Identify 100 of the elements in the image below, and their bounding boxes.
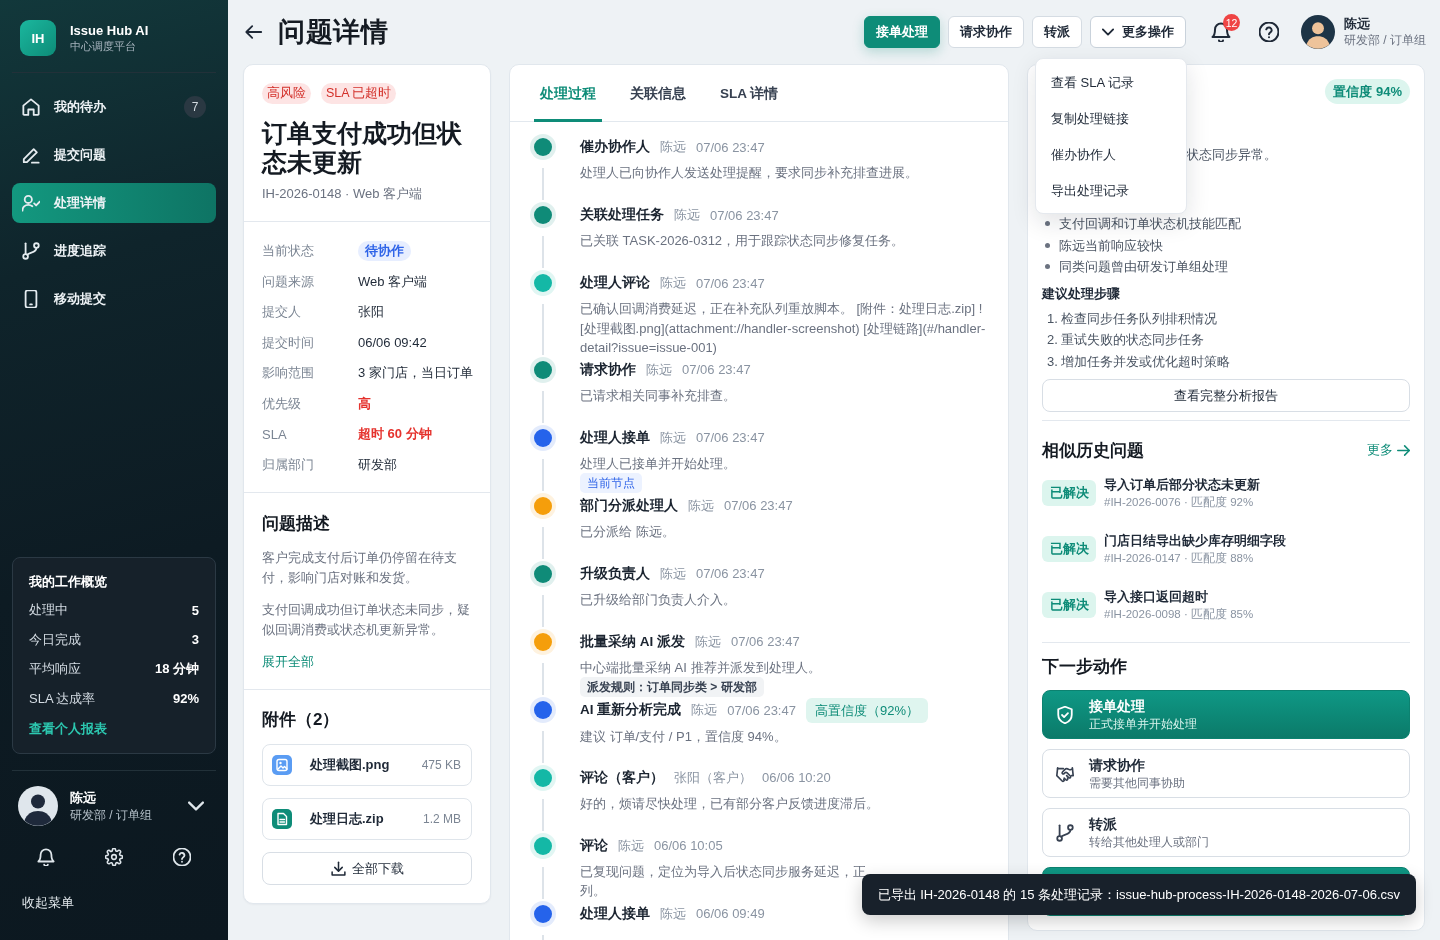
event-actor: 陈远 [660,274,686,292]
nav-item[interactable]: 进度追踪 [12,231,216,271]
logo-mark: IH [20,20,56,56]
next-action-button[interactable]: 请求协作 需要其他同事协助 [1042,749,1410,798]
report-button[interactable]: 查看完整分析报告 [1042,379,1410,412]
resolved-badge: 已解决 [1042,480,1096,506]
field-label: 归属部门 [262,455,315,474]
user-name: 陈远 [1344,16,1371,32]
similar-issue-meta: #IH-2026-0098 · 匹配度 85% [1104,607,1254,622]
stat-label: 平均响应 [29,660,81,679]
field-label: 提交时间 [262,333,315,352]
timeline-dot-icon [530,764,556,791]
image-file-icon [272,755,292,775]
step-text: 3. 增加任务并发或优化超时策略 [1046,352,1231,371]
field-label: SLA [262,426,288,442]
menu-item[interactable]: 查看 SLA 记录 [1036,65,1186,101]
avatar-icon [18,786,58,826]
event-title: 请求协作 [580,360,636,379]
pencil-icon [22,146,40,164]
event-actor: 陈远 [660,138,686,156]
next-action-button[interactable]: 接单处理 正式接单并开始处理 [1042,690,1410,739]
user-name: 陈远 [70,788,97,807]
attachment-item[interactable]: 处理截图.png 475 KB [262,744,472,786]
event-title: 部门分派处理人 [580,496,678,515]
next-action-button[interactable]: 转派 转给其他处理人或部门 [1042,808,1410,857]
report-link[interactable]: 查看个人报表 [29,713,107,743]
tab[interactable]: SLA 详情 [714,65,785,122]
nav-item[interactable]: 我的待办 7 [12,87,216,127]
timeline-dot-icon [530,202,556,228]
menu-item[interactable]: 催办协作人 [1036,137,1186,173]
event-time: 07/06 23:47 [696,275,765,291]
menu-item[interactable]: 复制处理链接 [1036,101,1186,137]
chevron-down-icon [1102,26,1114,38]
event-title: 催办协作人 [580,138,650,156]
more-actions-button[interactable]: 更多操作 [1090,16,1186,48]
timeline-dot-icon [530,356,556,383]
event-time: 07/06 23:47 [724,498,793,513]
event-title: 评论（客户） [580,768,664,787]
shield-check-icon [1056,705,1074,724]
current-step-tag: 当前节点 [580,473,642,493]
field-value: 06/06 09:42 [358,335,427,351]
event-title: AI 重新分析完成 [580,701,682,719]
action-button[interactable]: 请求协作 [948,16,1024,48]
event-description: 已升级给部门负责人介入。 [580,590,737,609]
download-all-button[interactable]: 全部下载 [262,852,472,885]
field-label: 提交人 [262,303,302,322]
action-button[interactable]: 接单处理 [864,16,940,48]
event-time: 07/06 23:47 [710,207,779,223]
event-actor: 陈远 [660,428,686,447]
timeline-dot-icon [530,492,556,519]
phone-icon [22,290,40,308]
avatar-icon[interactable] [1301,15,1335,49]
back-arrow-icon[interactable] [245,23,263,41]
file-name: 处理截图.png [310,756,390,774]
event-time: 07/06 23:47 [696,139,765,155]
more-link[interactable]: 更多 [1367,441,1410,459]
timeline-dot-icon [530,270,556,296]
nav-item[interactable]: 提交问题 [12,135,216,175]
event-description: 处理人已接单并开始处理。 [580,454,737,473]
bullet-text: 陈远当前响应较快 [1059,236,1163,255]
help-icon[interactable] [1259,22,1279,42]
attachment-item[interactable]: 处理日志.zip 1.2 MB [262,798,472,840]
page-title: 问题详情 [278,16,388,49]
description-text: 支付回调成功但订单状态未同步，疑似回调消费或状态机更新异常。 [262,601,471,639]
expand-link[interactable]: 展开全部 [262,652,314,672]
stat-value: 3 [191,632,199,648]
bell-icon[interactable] [37,848,55,866]
tab[interactable]: 处理过程 [534,65,602,122]
similar-issue-title[interactable]: 导入接口返回超时 [1104,588,1254,606]
section-title: 附件（2） [262,709,341,731]
field-label: 影响范围 [262,364,315,383]
bullet-icon [1045,221,1050,227]
menu-item[interactable]: 导出处理记录 [1036,173,1186,209]
branch-icon [22,242,40,260]
timeline-dot-icon [530,134,556,160]
event-description: 建议 订单/支付 / P1，置信度 94%。 [580,727,788,746]
similar-issue-title[interactable]: 导入订单后部分状态未更新 [1104,476,1260,494]
stat-value: 18 分钟 [154,660,199,679]
export-toast: 已导出 IH-2026-0148 的 15 条处理记录：issue-hub-process-IH-2026-0148-2026-07-06.csv [861,874,1416,915]
nav-item[interactable]: 移动提交 [12,279,216,319]
field-value: 研发部 [358,455,397,474]
event-description: 中心端批量采纳 AI 推荐并派发到处理人。 [580,658,822,677]
subsection-title: 建议处理步骤 [1042,284,1121,303]
field-value: 张阳 [358,303,384,322]
timeline-dot-icon [530,628,556,655]
event-actor: 陈远 [660,564,686,583]
collapse-menu-button[interactable]: 收起菜单 [22,894,74,912]
event-description: 已关联 TASK-2026-0312，用于跟踪状态同步修复任务。 [580,232,906,250]
tab[interactable]: 关联信息 [624,65,692,122]
action-button[interactable]: 转派 [1032,16,1082,48]
event-time: 07/06 23:47 [696,566,765,581]
event-title: 处理人评论 [580,274,650,292]
timeline-dot-icon [530,424,556,451]
settings-icon[interactable] [105,848,123,866]
timeline-dot-icon [530,560,556,587]
field-label: 优先级 [262,394,302,413]
similar-issue-title[interactable]: 门店日结导出缺少库存明细字段 [1104,532,1286,550]
nav-item[interactable]: 处理详情 [12,183,216,223]
stat-value: 5 [191,602,199,618]
risk-tag: 高风险 [262,83,311,104]
